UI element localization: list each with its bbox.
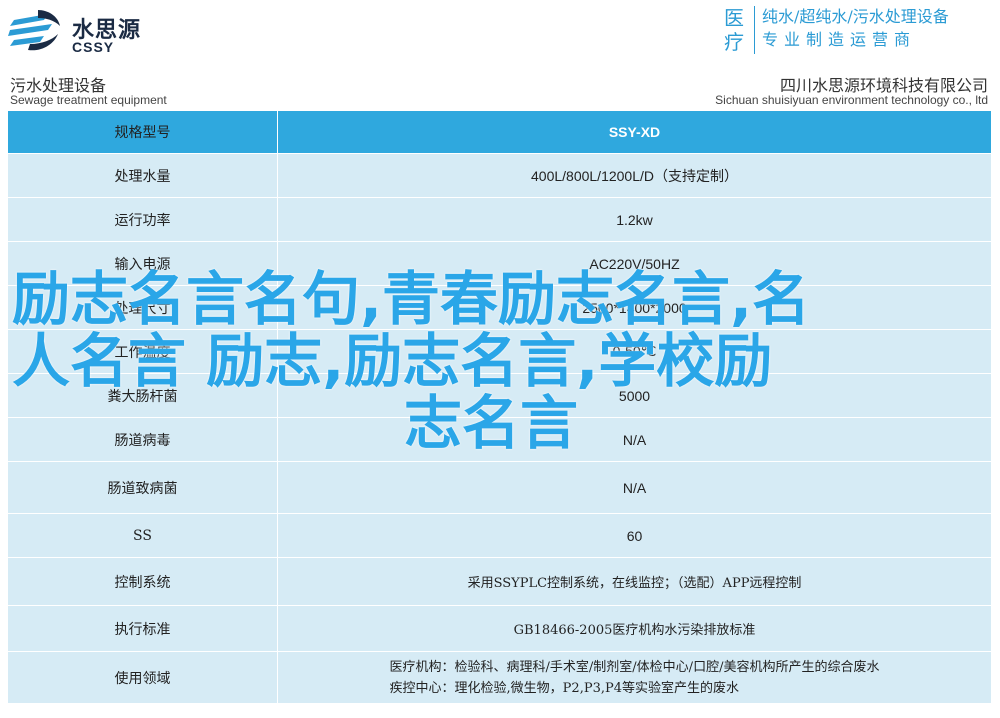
row-key: 处理水量 [7,153,278,198]
company-logo[interactable]: 水思源 CSSY [8,6,148,55]
row-key: SS [7,513,278,558]
row-value: N/A [277,461,992,514]
row-value: 采用SSYPLC控制系统，在线监控；（选配）APP远程控制 [277,557,992,606]
row-key: 使用领域 [7,651,278,704]
table-header-row: 规格型号 SSY-XD [7,110,992,154]
row-key: 控制系统 [7,557,278,606]
slogan-line-2: 专业制造运营商 [762,30,917,49]
overlay-line-1: 励志名言名句,青春励志名言,名 [12,265,811,333]
company-name-en: Sichuan shuisiyuan environment technolog… [715,93,988,107]
table-row: 控制系统 采用SSYPLC控制系统，在线监控；（选配）APP远程控制 [7,557,992,606]
usage-line-2: 疾控中心：理化检验,微生物，P2,P3,P4等实验室产生的废水 [389,680,739,696]
overlay-line-3: 志名言 [404,389,579,457]
row-value: 1.2kw [277,197,992,242]
header-key-cell: 规格型号 [7,110,278,154]
logo-mark-icon [8,10,60,51]
header-value-cell: SSY-XD [277,110,992,154]
medical-label: 医 疗 [724,6,755,54]
slogan: 纯水/超纯水/污水处理设备 专业制造运营商 [762,6,998,52]
row-value: GB18466-2005医疗机构水污染排放标准 [277,605,992,652]
watermark-title-overlay: 励志名言名句,青春励志名言,名 人名言 励志,励志名言,学校励 志名言 [12,268,912,454]
row-key: 肠道致病菌 [7,461,278,514]
table-row: 使用领域 医疗机构：检验科、病理科/手术室/制剂室/体检中心/口腔/美容机构所产… [7,651,992,704]
product-category-en: Sewage treatment equipment [10,93,167,107]
row-key: 运行功率 [7,197,278,242]
table-row: 处理水量 400L/800L/1200L/D（支持定制） [7,153,992,198]
table-row: 肠道致病菌 N/A [7,461,992,514]
table-row: SS 60 [7,513,992,558]
usage-line-1: 医疗机构：检验科、病理科/手术室/制剂室/体检中心/口腔/美容机构所产生的综合废… [389,659,880,675]
medical-char-2: 疗 [724,30,744,54]
table-row: 执行标准 GB18466-2005医疗机构水污染排放标准 [7,605,992,652]
slogan-line-1: 纯水/超纯水/污水处理设备 [762,7,949,26]
logo-en-text: CSSY [72,39,115,55]
table-row: 运行功率 1.2kw [7,197,992,242]
subheader: 污水处理设备 Sewage treatment equipment 四川水思源环… [0,66,1000,110]
medical-char-1: 医 [724,6,744,30]
row-value: 400L/800L/1200L/D（支持定制） [277,153,992,198]
row-key: 执行标准 [7,605,278,652]
row-value: 60 [277,513,992,558]
page-header: 水思源 CSSY 医 疗 纯水/超纯水/污水处理设备 专业制造运营商 [0,0,1000,58]
usage-field-text: 医疗机构：检验科、病理科/手术室/制剂室/体检中心/口腔/美容机构所产生的综合废… [390,657,880,699]
row-value: 医疗机构：检验科、病理科/手术室/制剂室/体检中心/口腔/美容机构所产生的综合废… [277,651,992,704]
overlay-line-2: 人名言 励志,励志名言,学校励 [12,327,773,395]
